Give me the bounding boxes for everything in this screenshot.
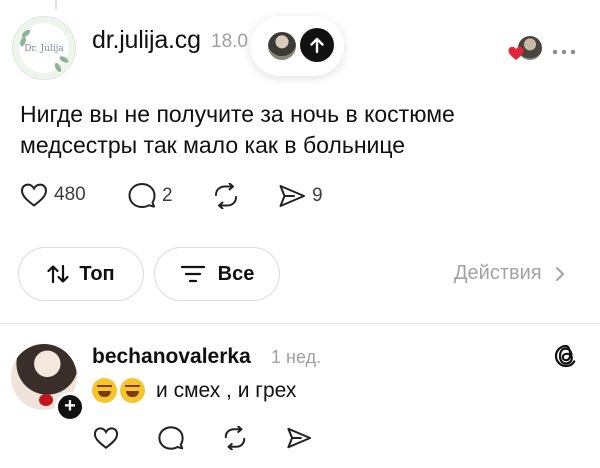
post-text-line: медсестры так мало как в больнице bbox=[20, 132, 406, 158]
sort-label: Топ bbox=[79, 262, 115, 285]
comment-like-action[interactable] bbox=[93, 426, 119, 450]
activity-label: Действия bbox=[454, 262, 542, 284]
share-count: 9 bbox=[312, 185, 323, 206]
comment-username[interactable]: bechanovalerka bbox=[92, 345, 251, 369]
liked-by-avatar[interactable] bbox=[508, 36, 542, 70]
share-action[interactable]: 9 bbox=[278, 183, 323, 209]
chevron-right-icon bbox=[555, 266, 564, 281]
section-divider bbox=[0, 323, 600, 324]
avatar-leaf bbox=[58, 54, 70, 65]
post-text-line: Нигде вы не получите за ночь в костюме bbox=[20, 101, 455, 127]
repost-avatar[interactable] bbox=[266, 30, 298, 62]
comment-time: 1 нед. bbox=[271, 347, 322, 367]
repost-icon bbox=[215, 183, 237, 209]
heart-icon bbox=[20, 183, 48, 207]
filter-all-button[interactable]: Все bbox=[154, 247, 280, 301]
rofl-emoji-icon bbox=[120, 378, 145, 403]
share-icon bbox=[287, 427, 312, 449]
post-text: Нигде вы не получите за ночь в костюме м… bbox=[20, 99, 580, 161]
comment-count: 2 bbox=[162, 184, 173, 206]
thread-line bbox=[55, 0, 57, 10]
avatar-logo-text: Dr. Julija bbox=[24, 44, 64, 54]
comment-text-body: и смех , и грех bbox=[156, 378, 297, 402]
post-username[interactable]: dr.julija.cg bbox=[92, 26, 201, 55]
comment-share-action[interactable] bbox=[286, 426, 312, 450]
sort-arrows-icon bbox=[47, 264, 69, 284]
avatar-leaf bbox=[53, 61, 63, 74]
more-options-button[interactable] bbox=[552, 38, 576, 61]
avatar-rose bbox=[39, 394, 53, 406]
repost-icon bbox=[224, 426, 246, 450]
sort-top-button[interactable]: Топ bbox=[18, 247, 144, 301]
post-time: 18.0 bbox=[211, 31, 248, 52]
comment-reply-action[interactable] bbox=[158, 425, 184, 451]
comment-icon bbox=[128, 183, 156, 208]
comment-repost-action[interactable] bbox=[222, 426, 248, 450]
repost-action[interactable] bbox=[212, 183, 240, 209]
share-icon bbox=[279, 185, 305, 207]
arrow-up-icon bbox=[310, 37, 324, 54]
comment-action[interactable]: 2 bbox=[128, 182, 173, 209]
threads-logo-icon[interactable] bbox=[553, 342, 579, 370]
like-action[interactable]: 480 bbox=[20, 182, 86, 208]
filter-lines-icon bbox=[180, 265, 205, 283]
arrow-up-button[interactable] bbox=[300, 28, 334, 62]
activity-link[interactable]: Действия bbox=[454, 262, 566, 285]
rofl-emoji-icon bbox=[92, 378, 117, 403]
like-count: 480 bbox=[54, 184, 86, 205]
heart-icon bbox=[508, 46, 524, 60]
post-avatar[interactable]: Dr. Julija bbox=[12, 16, 76, 80]
comment-text: и смех , и грех bbox=[92, 378, 296, 403]
more-dots-icon bbox=[552, 49, 576, 55]
follow-plus-button[interactable]: + bbox=[55, 392, 85, 422]
filter-label: Все bbox=[217, 262, 255, 285]
heart-icon bbox=[93, 427, 119, 449]
comment-icon bbox=[158, 426, 184, 450]
